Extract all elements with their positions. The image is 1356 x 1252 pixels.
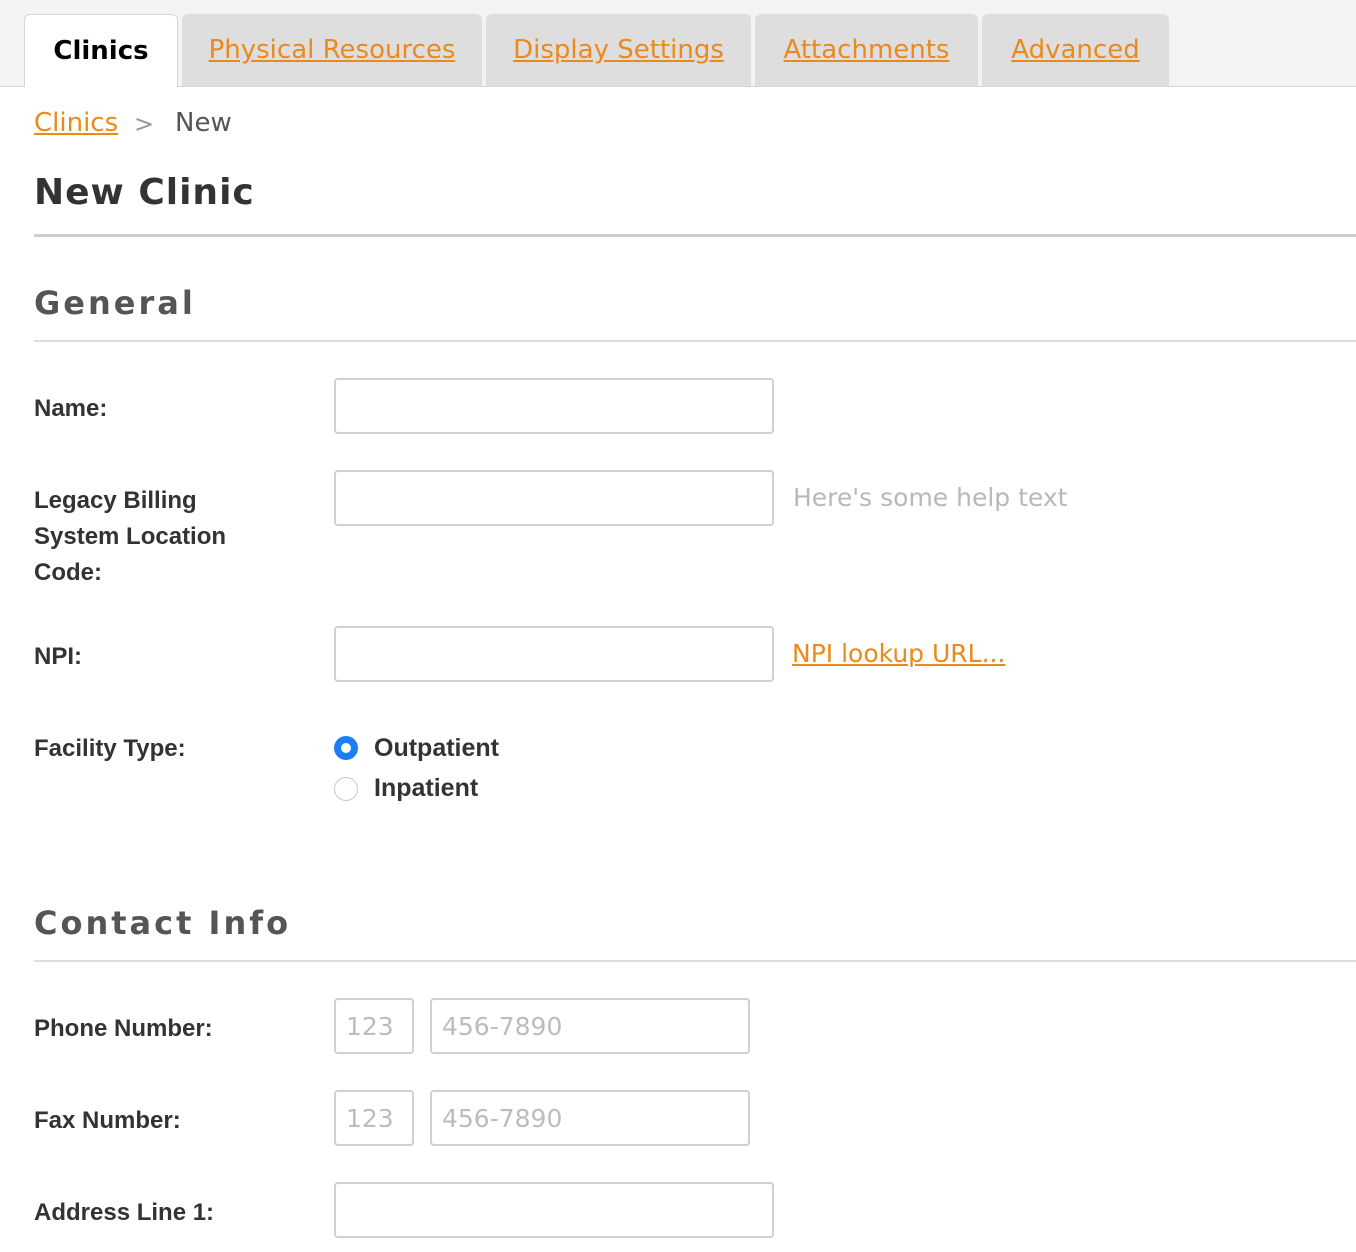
- title-divider: [34, 234, 1356, 237]
- npi-label: NPI:: [34, 643, 82, 670]
- legacy-code-label-line: System Location: [34, 523, 227, 550]
- page-title: New Clinic: [34, 172, 255, 213]
- legacy-code-label: Legacy Billing System Location Code:: [34, 483, 226, 591]
- breadcrumb-current: New: [175, 108, 232, 138]
- tab-label: Physical Resources: [208, 35, 456, 65]
- phone-area-code-input[interactable]: [334, 998, 414, 1054]
- npi-input[interactable]: [334, 626, 774, 682]
- phone-number-input[interactable]: [430, 998, 750, 1054]
- legacy-code-label-line: Legacy Billing: [34, 487, 197, 514]
- phone-number-label: Phone Number:: [34, 1015, 213, 1042]
- radio-inpatient[interactable]: [334, 777, 358, 801]
- tab-display-settings[interactable]: Display Settings: [486, 14, 751, 86]
- name-label: Name:: [34, 395, 108, 422]
- fax-number-input[interactable]: [430, 1090, 750, 1146]
- section-divider: [34, 340, 1356, 342]
- breadcrumb-clinics-link[interactable]: Clinics: [34, 108, 118, 138]
- fax-area-code-input[interactable]: [334, 1090, 414, 1146]
- tab-physical-resources[interactable]: Physical Resources: [182, 14, 482, 86]
- legacy-code-help-text: Here's some help text: [793, 483, 1068, 512]
- fax-number-label: Fax Number:: [34, 1107, 181, 1134]
- radio-outpatient-label[interactable]: Outpatient: [374, 734, 499, 763]
- address-line-1-input[interactable]: [334, 1182, 774, 1238]
- tab-label: Advanced: [1011, 35, 1140, 65]
- address-line-1-label: Address Line 1:: [34, 1199, 215, 1226]
- radio-inpatient-label[interactable]: Inpatient: [374, 774, 478, 803]
- legacy-code-label-line: Code:: [34, 559, 102, 586]
- section-divider: [34, 960, 1356, 962]
- breadcrumb-separator: >: [134, 110, 155, 138]
- name-input[interactable]: [334, 378, 774, 434]
- tab-label: Clinics: [53, 36, 149, 66]
- tab-advanced[interactable]: Advanced: [982, 14, 1169, 86]
- tab-clinics[interactable]: Clinics: [24, 14, 178, 87]
- section-title-general: General: [34, 284, 196, 322]
- facility-type-label: Facility Type:: [34, 735, 186, 762]
- tab-attachments[interactable]: Attachments: [755, 14, 978, 86]
- tab-label: Attachments: [783, 35, 950, 65]
- npi-lookup-link[interactable]: NPI lookup URL...: [792, 639, 1005, 668]
- section-title-contact-info: Contact Info: [34, 904, 292, 942]
- tab-bar: Clinics Physical Resources Display Setti…: [0, 0, 1356, 87]
- radio-outpatient[interactable]: [334, 736, 358, 760]
- legacy-code-input[interactable]: [334, 470, 774, 526]
- tab-label: Display Settings: [513, 35, 724, 65]
